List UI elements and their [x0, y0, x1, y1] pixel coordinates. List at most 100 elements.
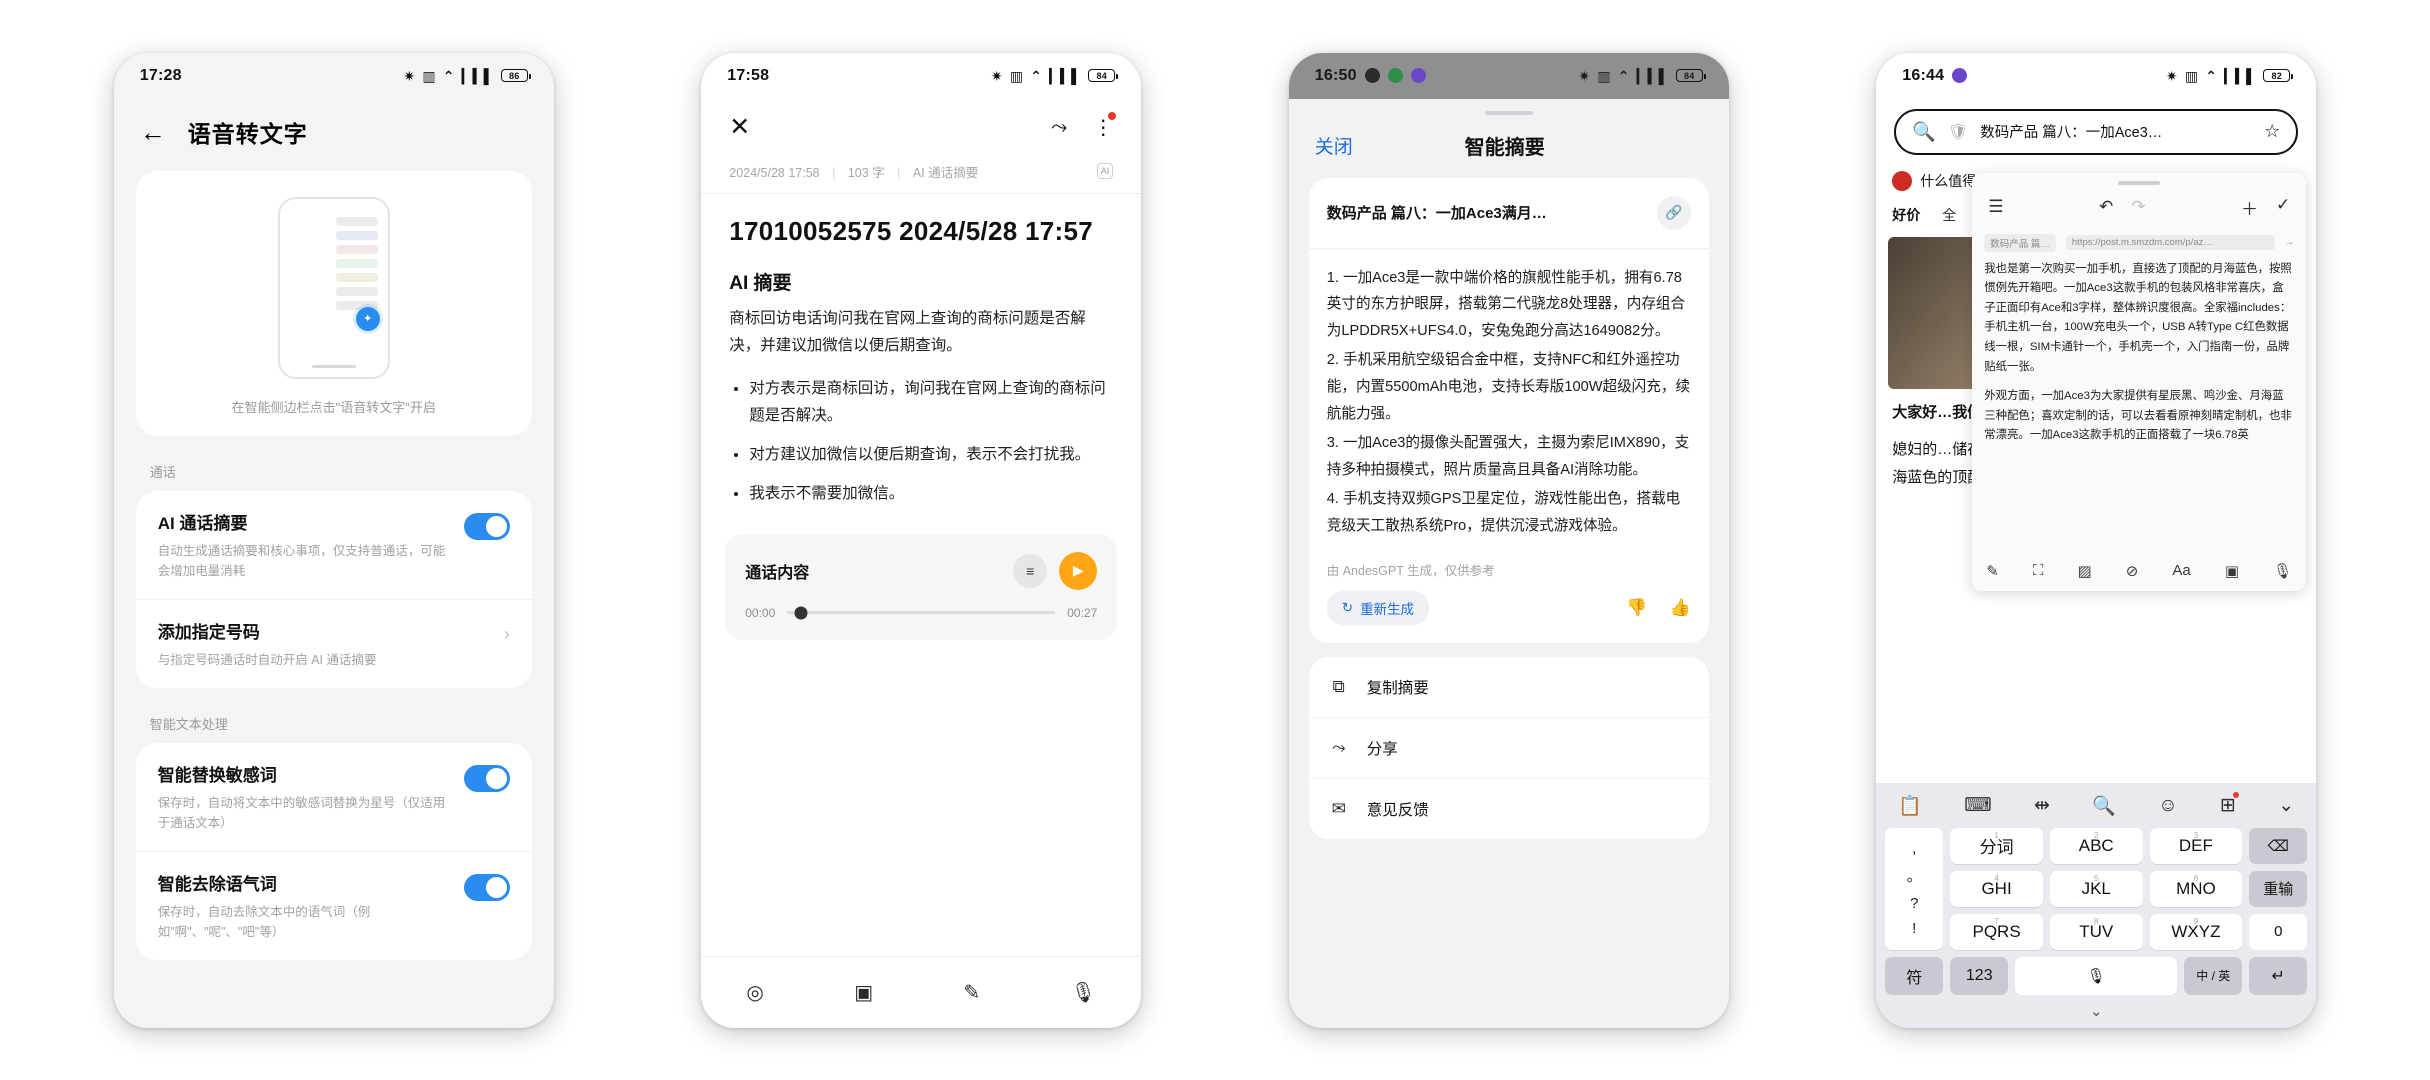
key-6[interactable]: 6 MNO: [2149, 870, 2243, 907]
star-icon[interactable]: ☆: [2264, 121, 2280, 142]
url-text: 数码产品 篇八：一加Ace3…: [1980, 125, 2163, 141]
key-5[interactable]: 5 JKL: [2049, 870, 2143, 907]
play-icon[interactable]: ▶: [1059, 551, 1098, 590]
source-link-title: 数码产品 篇八：一加Ace3满月…: [1326, 205, 1547, 222]
wifi-icon: ⌃: [1617, 67, 1630, 84]
punct-period: 。: [1906, 868, 1922, 886]
pen-icon[interactable]: ✎: [1986, 562, 1999, 580]
reinput-key[interactable]: 重输: [2249, 870, 2308, 907]
toggle-switch[interactable]: [463, 873, 510, 901]
browser-url-bar[interactable]: 🔍 🛡 数码产品 篇八：一加Ace3… ☆: [1894, 108, 2299, 155]
thumbs-up-icon[interactable]: 👍: [1670, 598, 1691, 618]
arrow-left-icon[interactable]: ←: [140, 119, 166, 145]
setting-row-replace-sensitive[interactable]: 智能替换敏感词 保存时，自动将文本中的敏感词替换为星号（仅适用于通话文本）: [136, 743, 532, 851]
search-icon[interactable]: 🔍: [1912, 120, 1936, 144]
key-number: 9: [2193, 915, 2199, 926]
key-2[interactable]: 2 ABC: [2049, 827, 2143, 864]
keyboard-right-column: ⌫ 重输 0: [2249, 827, 2308, 950]
mic-icon: 🎙: [2086, 967, 2106, 985]
seek-slider[interactable]: [787, 606, 1056, 620]
lang-toggle-key[interactable]: 中 / 英: [2184, 956, 2243, 995]
arrow-icon[interactable]: →: [2285, 237, 2295, 248]
toggle-switch[interactable]: [463, 764, 510, 792]
numeric-key[interactable]: 123: [1950, 956, 2009, 995]
close-button[interactable]: 关闭: [1315, 132, 1353, 159]
key-3[interactable]: 3 DEF: [2149, 827, 2243, 864]
hero-illustration-card: ✦ 在智能侧边栏点击"语音转文字"开启: [135, 170, 532, 436]
punctuation-key[interactable]: , 。 ? !: [1885, 827, 1944, 950]
source-link-row[interactable]: 数码产品 篇八：一加Ace3满月… 🔗: [1308, 178, 1709, 249]
menu-item-copy[interactable]: ⧉ 复制摘要: [1309, 657, 1709, 717]
zero-key[interactable]: 0: [2249, 913, 2308, 950]
image-icon[interactable]: ▨: [2078, 562, 2092, 580]
check-circle-icon[interactable]: ◎: [746, 980, 763, 1005]
thumbs-down-icon[interactable]: 👎: [1626, 598, 1647, 618]
space-voice-key[interactable]: 🎙: [2015, 956, 2178, 995]
ai-summary-heading: AI 摘要: [729, 272, 792, 294]
key-9[interactable]: 9 WXYZ: [2149, 913, 2243, 950]
note-wordcount: 103 字: [847, 165, 885, 180]
key-7[interactable]: 7 PQRS: [1950, 913, 2043, 950]
menu-item-share[interactable]: ⤳ 分享: [1308, 717, 1709, 778]
keyboard-icon[interactable]: ⌨: [1964, 794, 1991, 817]
chip-title[interactable]: 数码产品 篇…: [1984, 233, 2056, 252]
setting-subtitle: 保存时，自动去除文本中的语气词（例如"啊"、"呢"、"吧"等）: [157, 904, 371, 939]
key-1[interactable]: 1 分词: [1950, 827, 2043, 864]
regenerate-button[interactable]: ↻ 重新生成: [1326, 591, 1430, 626]
punct-exclaim: !: [1912, 920, 1917, 938]
status-time: 16:50: [1314, 66, 1357, 84]
menu-label: 分享: [1366, 741, 1398, 759]
setting-row-add-number[interactable]: 添加指定号码 与指定号码通话时自动开启 AI 通话摘要 ›: [135, 598, 532, 688]
plus-icon[interactable]: ＋: [2241, 195, 2258, 220]
symbols-key[interactable]: 符: [1885, 956, 1944, 995]
check-icon[interactable]: ✓: [2276, 195, 2290, 220]
backspace-key[interactable]: ⌫: [2249, 827, 2308, 864]
tab-all[interactable]: 全: [1942, 205, 1956, 225]
undo-icon[interactable]: ↶: [2099, 197, 2113, 217]
scan-icon[interactable]: ⛶: [2033, 562, 2044, 579]
summary-sheet: 关闭 智能摘要 数码产品 篇八：一加Ace3满月… 🔗 1. 一加Ace3是一款…: [1288, 98, 1729, 1028]
link-icon[interactable]: 🔗: [1656, 195, 1691, 230]
battery-indicator: 84: [1675, 69, 1706, 82]
status-bar-4: 16:44 ✷ ▥ ⌃ ▎▍▌ 82: [1876, 53, 2316, 99]
setting-row-ai-call-summary[interactable]: AI 通话摘要 自动生成通话摘要和核心事项，仅支持普通话，可能会增加电量消耗: [136, 491, 532, 599]
share-icon[interactable]: ⤳: [1051, 116, 1067, 139]
redo-icon[interactable]: ↷: [2131, 197, 2145, 217]
close-icon[interactable]: ✕: [729, 114, 750, 140]
tab-good-price[interactable]: 好价: [1892, 205, 1920, 225]
setting-row-remove-filler[interactable]: 智能去除语气词 保存时，自动去除文本中的语气词（例如"啊"、"呢"、"吧"等）: [135, 850, 532, 960]
toggle-switch[interactable]: [463, 512, 510, 540]
key-8[interactable]: 8 TUV: [2049, 913, 2143, 950]
key-4[interactable]: 4 GHI: [1950, 870, 2043, 907]
note-paragraph: 外观方面，一加Ace3为大家提供有星辰黑、鸣沙金、月海蓝三种配色；喜欢定制的话，…: [1984, 390, 2292, 442]
camera-icon[interactable]: ▣: [854, 980, 873, 1005]
nav-bar-1: ← 语音转文字: [114, 99, 554, 171]
camera-icon[interactable]: ▣: [2225, 562, 2239, 580]
pen-icon[interactable]: ✎: [964, 980, 981, 1005]
clipboard-icon[interactable]: 📋: [1898, 794, 1922, 818]
chip-url[interactable]: https://post.m.smzdm.com/p/az…: [2065, 235, 2275, 250]
chevron-right-icon: ›: [503, 623, 510, 644]
enter-key[interactable]: ↵: [2249, 956, 2308, 995]
note-paragraph: 我也是第一次购买一加手机，直接选了顶配的月海蓝色，按照惯例先开箱吧。一加Ace3…: [1984, 262, 2292, 373]
list-icon[interactable]: ≡: [1013, 553, 1048, 588]
chevron-down-icon[interactable]: ⌄: [1876, 995, 2316, 1022]
menu-item-feedback[interactable]: ✉ 意见反馈: [1308, 778, 1709, 839]
search-icon[interactable]: 🔍: [2092, 794, 2116, 818]
mic-icon[interactable]: 🎙: [1071, 980, 1096, 1005]
chevron-down-icon[interactable]: ⌄: [2278, 794, 2294, 817]
keyboard-tool-row: 📋 ⌨ ⇹ 🔍 ☺ ⊞ ⌄: [1876, 783, 2316, 828]
cursor-move-icon[interactable]: ⇹: [2034, 794, 2050, 817]
status-time: 17:58: [727, 66, 770, 84]
grid-icon[interactable]: ⊞: [2220, 792, 2239, 817]
more-vertical-icon[interactable]: ⋮: [1093, 111, 1117, 140]
emoji-icon[interactable]: ☺: [2158, 795, 2177, 817]
check-circle-icon[interactable]: ⊘: [2126, 562, 2139, 580]
mic-icon[interactable]: 🎙: [2273, 562, 2292, 580]
font-size-icon[interactable]: Aa: [2172, 562, 2190, 579]
home-indicator: [311, 364, 356, 368]
list-icon[interactable]: ☰: [1988, 197, 2003, 217]
seek-knob[interactable]: [794, 606, 808, 620]
audio-player: 通话内容 ≡ ▶ 00:00 00:27: [725, 533, 1118, 640]
note-content[interactable]: 我也是第一次购买一加手机，直接选了顶配的月海蓝色，按照惯例先开箱吧。一加Ace3…: [1972, 258, 2306, 553]
